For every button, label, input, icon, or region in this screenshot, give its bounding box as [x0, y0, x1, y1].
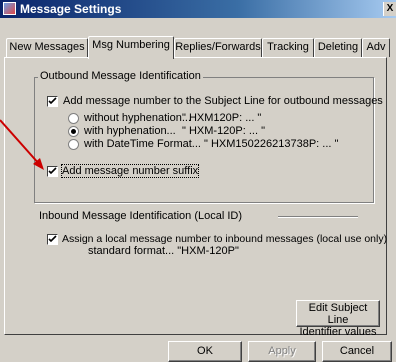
annotation-arrow-icon [0, 119, 44, 170]
